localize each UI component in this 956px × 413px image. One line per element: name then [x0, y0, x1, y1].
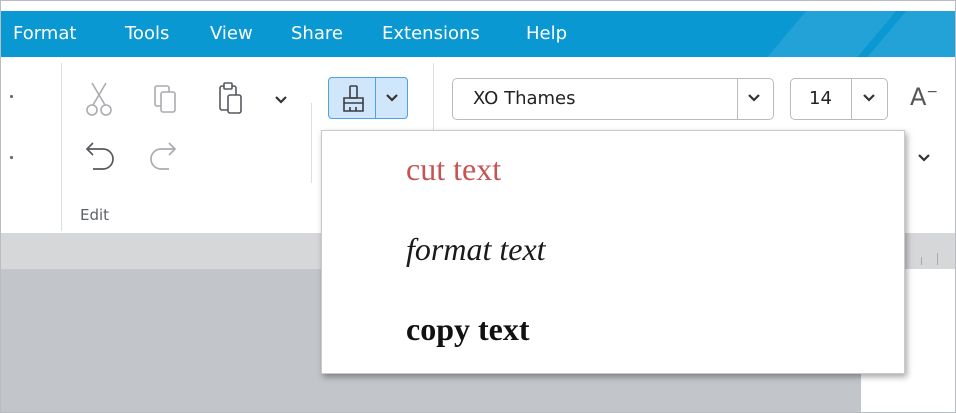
menu-share[interactable]: Share — [291, 11, 343, 57]
ribbon-edge-mark — [10, 95, 13, 98]
undo-icon[interactable] — [83, 141, 117, 171]
combo-separator — [851, 79, 852, 119]
redo-icon[interactable] — [147, 141, 181, 171]
copy-icon[interactable] — [153, 84, 179, 114]
menu-tools[interactable]: Tools — [125, 11, 169, 57]
chevron-down-icon[interactable] — [747, 93, 761, 103]
split-divider — [375, 78, 376, 118]
menu-extensions[interactable]: Extensions — [382, 11, 480, 57]
group-separator — [61, 63, 62, 231]
group-separator — [433, 63, 434, 135]
ruler-tick — [937, 253, 938, 265]
menu-view[interactable]: View — [210, 11, 253, 57]
menu-format[interactable]: Format — [13, 11, 76, 57]
paste-icon[interactable] — [217, 81, 245, 115]
edit-group-label: Edit — [80, 206, 110, 224]
app-window: Format Tools View Share Extensions Help — [0, 0, 956, 413]
decrease-font-label: A — [910, 83, 927, 111]
group-separator — [311, 103, 312, 183]
format-brush-icon — [339, 84, 367, 114]
menu-help[interactable]: Help — [526, 11, 567, 57]
chevron-down-icon[interactable] — [385, 93, 399, 103]
dropdown-item-format-text[interactable]: format text — [406, 231, 546, 268]
font-name-value: XO Thames — [473, 88, 576, 109]
ruler-tick — [921, 257, 922, 265]
decrease-font-size-button[interactable]: A− — [910, 83, 938, 111]
dropdown-item-cut-text[interactable]: cut text — [406, 151, 501, 188]
clone-formatting-button[interactable] — [328, 77, 408, 119]
cut-icon[interactable] — [85, 81, 113, 117]
font-name-combobox[interactable]: XO Thames — [452, 78, 774, 120]
clone-formatting-dropdown: cut text format text copy text — [321, 130, 905, 374]
combo-separator — [737, 79, 738, 119]
dropdown-item-copy-text[interactable]: copy text — [406, 311, 530, 348]
menu-bar: Format Tools View Share Extensions Help — [1, 11, 955, 57]
font-size-value: 14 — [809, 88, 832, 109]
chevron-down-icon[interactable] — [862, 93, 876, 103]
paste-options-chevron-down-icon[interactable] — [274, 95, 288, 105]
font-size-combobox[interactable]: 14 — [790, 78, 888, 120]
ribbon-edge-mark — [10, 156, 13, 159]
chevron-down-icon[interactable] — [917, 153, 931, 163]
